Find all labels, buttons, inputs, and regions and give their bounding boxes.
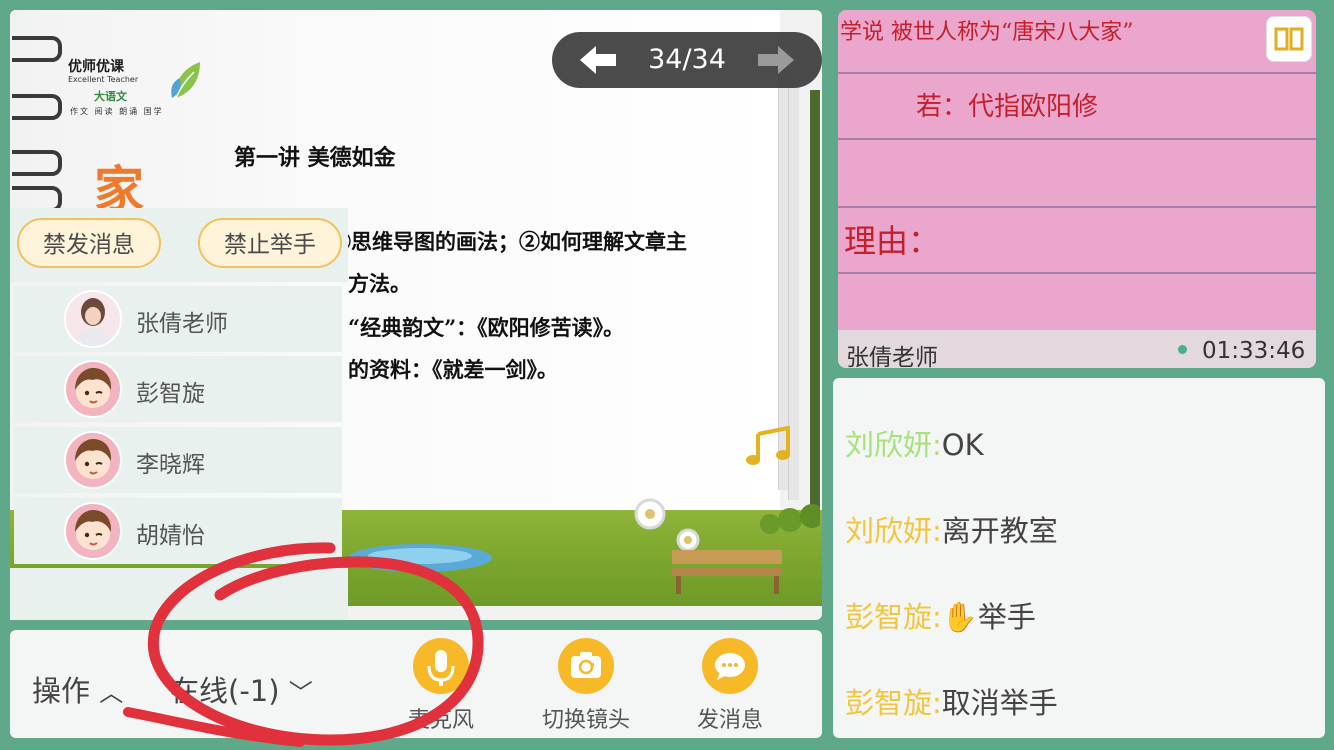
handwriting-line: 若：代指欧阳修: [916, 92, 1099, 122]
notebook-line: [838, 206, 1316, 208]
chat-sender: 彭智旋:: [845, 686, 942, 720]
teacher-name: 张倩老师: [846, 345, 938, 368]
logo-title: 优师优课: [68, 59, 124, 75]
lesson-title: 第一讲 美德如金: [234, 145, 396, 171]
chat-message: 彭智旋:✋举手: [845, 594, 1036, 636]
user-name: 胡婧怡: [136, 523, 205, 549]
spiral-ring: [12, 94, 62, 120]
operate-menu[interactable]: 操作 ︿: [32, 668, 123, 710]
spiral-ring: [12, 36, 62, 62]
avatar: [64, 360, 122, 418]
chat-text: 离开教室: [941, 514, 1058, 548]
live-indicator-icon: [1178, 345, 1187, 354]
layout-toggle-button[interactable]: [1266, 16, 1312, 62]
chat-sender: 刘欣妍:: [845, 514, 942, 548]
logo-course: 大语文: [94, 90, 127, 103]
user-name: 彭智旋: [136, 381, 205, 407]
user-row[interactable]: 彭智旋: [14, 356, 342, 422]
microphone-icon: [413, 638, 469, 694]
chat-text: 取消举手: [941, 686, 1058, 720]
class-timer: 01:33:46: [1202, 338, 1306, 364]
avatar: [64, 502, 122, 560]
chevron-down-icon: ﹀: [288, 679, 313, 707]
page-navigator: 34/34: [552, 32, 822, 88]
control-bar: 操作 ︿ 在线(-1) ﹀ 麦克风 切换镜头 发消息: [10, 630, 822, 738]
chat-bubble-icon: [702, 638, 758, 694]
user-row[interactable]: 张倩老师: [14, 286, 342, 352]
chat-panel: 刘欣妍:OK 刘欣妍:离开教室 彭智旋:✋举手 彭智旋:取消举手: [833, 378, 1325, 738]
arrow-left-icon[interactable]: [578, 44, 618, 76]
lesson-line: 方法。: [348, 271, 411, 296]
operate-label: 操作: [32, 674, 91, 708]
user-list-footer: [10, 568, 348, 620]
notebook-line: [838, 272, 1316, 274]
chat-message: 彭智旋:取消举手: [845, 680, 1058, 722]
spiral-ring: [12, 150, 62, 176]
handwriting-line: 学说 被世人称为“唐宋八大家”: [840, 20, 1134, 45]
logo-tags: 作文 阅读 朗诵 国学: [70, 107, 164, 116]
raised-hand-icon: ✋: [941, 600, 978, 634]
split-view-icon: [1274, 27, 1304, 51]
mute-hands-button[interactable]: 禁止举手: [198, 218, 342, 268]
user-row[interactable]: 胡婧怡: [14, 498, 342, 564]
online-users-menu[interactable]: 在线(-1) ﹀: [170, 668, 313, 710]
mute-messages-button[interactable]: 禁发消息: [17, 218, 161, 268]
notebook-line: [838, 72, 1316, 74]
student-avatar-icon: [66, 433, 120, 487]
user-name: 李晓辉: [136, 452, 205, 478]
notebook-line: [838, 138, 1316, 140]
logo-subtitle: Excellent Teacher: [68, 75, 139, 84]
online-count-label: 在线(-1): [170, 674, 280, 708]
lesson-line: “经典韵文”：《欧阳修苦读》。: [348, 315, 625, 340]
student-avatar-icon: [66, 362, 120, 416]
switch-camera-icon: [558, 638, 614, 694]
chat-message: 刘欣妍:离开教室: [845, 508, 1058, 550]
mic-label: 麦克风: [407, 708, 474, 733]
online-user-list: 张倩老师 彭智旋 李晓辉 胡婧怡: [14, 286, 342, 568]
chat-text: OK: [941, 428, 984, 462]
teacher-photo-icon: [66, 292, 120, 346]
video-info-bar: 张倩老师 01:33:46: [838, 330, 1316, 368]
user-row[interactable]: 李晓辉: [14, 427, 342, 493]
handwriting-line: 理由：: [844, 222, 941, 260]
avatar: [64, 431, 122, 489]
lesson-line: ①思维导图的画法；②如何理解文章主: [330, 229, 687, 254]
avatar: [64, 290, 122, 348]
music-note-icon: [746, 426, 790, 465]
page-counter: 34/34: [648, 44, 726, 75]
student-avatar-icon: [66, 504, 120, 558]
park-scene-illustration: [350, 498, 820, 594]
page-edge-dark: [810, 90, 820, 520]
send-message-label: 发消息: [696, 708, 763, 733]
chat-message: 刘欣妍:OK: [845, 422, 984, 464]
chevron-up-icon: ︿: [99, 679, 124, 707]
chat-text: 举手: [977, 600, 1036, 634]
switch-camera-label: 切换镜头: [541, 708, 630, 733]
lesson-line: 的资料：《就差一剑》。: [348, 357, 558, 382]
teacher-video: 学说 被世人称为“唐宋八大家” 若：代指欧阳修 理由： 张倩老师 01:33:4…: [838, 10, 1316, 368]
chat-sender: 刘欣妍:: [845, 428, 942, 462]
leaf-logo-icon: [171, 62, 200, 99]
chat-sender: 彭智旋:: [845, 600, 942, 634]
user-name: 张倩老师: [136, 311, 228, 337]
arrow-right-icon[interactable]: [756, 44, 796, 76]
